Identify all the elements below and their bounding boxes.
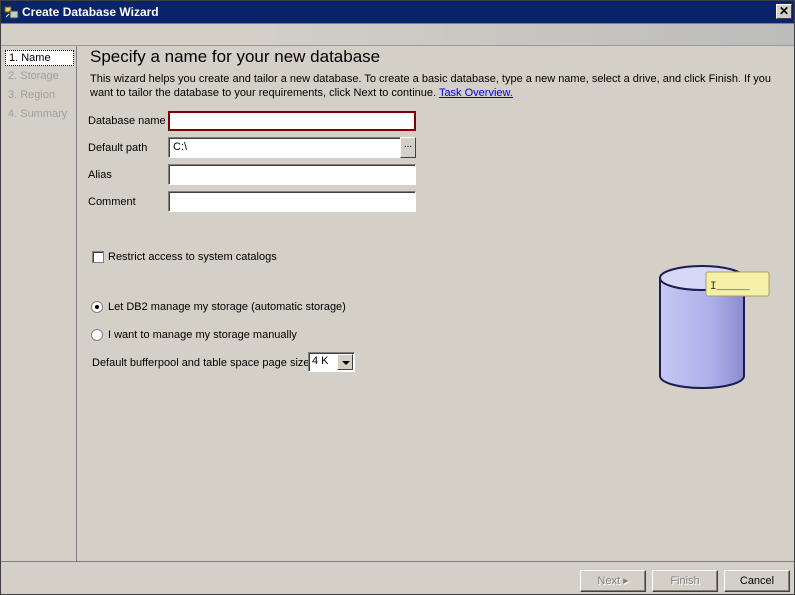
step-region: 3. Region xyxy=(8,89,56,101)
chevron-down-icon[interactable] xyxy=(337,354,353,370)
step-summary: 4. Summary xyxy=(8,108,68,120)
page-size-select[interactable]: 4 K xyxy=(308,352,355,372)
comment-label: Comment xyxy=(88,196,136,208)
database-name-input[interactable] xyxy=(168,111,416,131)
automatic-storage-label[interactable]: Let DB2 manage my storage (automatic sto… xyxy=(108,301,346,313)
database-name-label: Database name xyxy=(88,115,166,127)
step-storage: 2. Storage xyxy=(8,70,59,82)
database-cylinder-icon: I_____ xyxy=(659,265,770,389)
alias-input[interactable] xyxy=(168,164,416,185)
task-overview-link[interactable]: Task Overview. xyxy=(439,87,513,99)
next-button[interactable]: Next ▸ xyxy=(580,570,646,592)
manual-storage-radio[interactable] xyxy=(91,329,103,341)
main-panel: Specify a name for your new database Thi… xyxy=(78,46,795,561)
manual-storage-label[interactable]: I want to manage my storage manually xyxy=(108,329,297,341)
page-size-value: 4 K xyxy=(312,355,329,367)
restrict-access-label[interactable]: Restrict access to system catalogs xyxy=(108,251,277,263)
cancel-button[interactable]: Cancel xyxy=(724,570,790,592)
automatic-storage-radio[interactable] xyxy=(91,301,103,313)
comment-input[interactable] xyxy=(168,191,416,212)
intro-text: This wizard helps you create and tailor … xyxy=(90,72,785,100)
default-path-label: Default path xyxy=(88,142,148,154)
header-banner xyxy=(0,24,795,46)
finish-button[interactable]: Finish xyxy=(652,570,718,592)
restrict-access-checkbox[interactable] xyxy=(92,251,104,263)
database-wizard-icon xyxy=(4,6,19,19)
page-title: Specify a name for your new database xyxy=(90,47,381,66)
close-button[interactable]: ✕ xyxy=(776,4,792,19)
window-title: Create Database Wizard xyxy=(22,5,159,19)
intro-description: This wizard helps you create and tailor … xyxy=(90,73,771,99)
alias-label: Alias xyxy=(88,169,112,181)
wizard-steps: 1. Name 2. Storage 3. Region 4. Summary xyxy=(2,46,77,561)
default-path-input[interactable]: C:\ xyxy=(168,137,402,158)
tag-text: I_____ xyxy=(710,281,750,293)
browse-button[interactable]: ... xyxy=(400,137,416,158)
step-name[interactable]: 1. Name xyxy=(5,50,74,66)
title-bar: Create Database Wizard ✕ xyxy=(0,0,795,24)
footer: Next ▸ Finish Cancel xyxy=(0,561,795,595)
page-size-label: Default bufferpool and table space page … xyxy=(92,357,310,369)
